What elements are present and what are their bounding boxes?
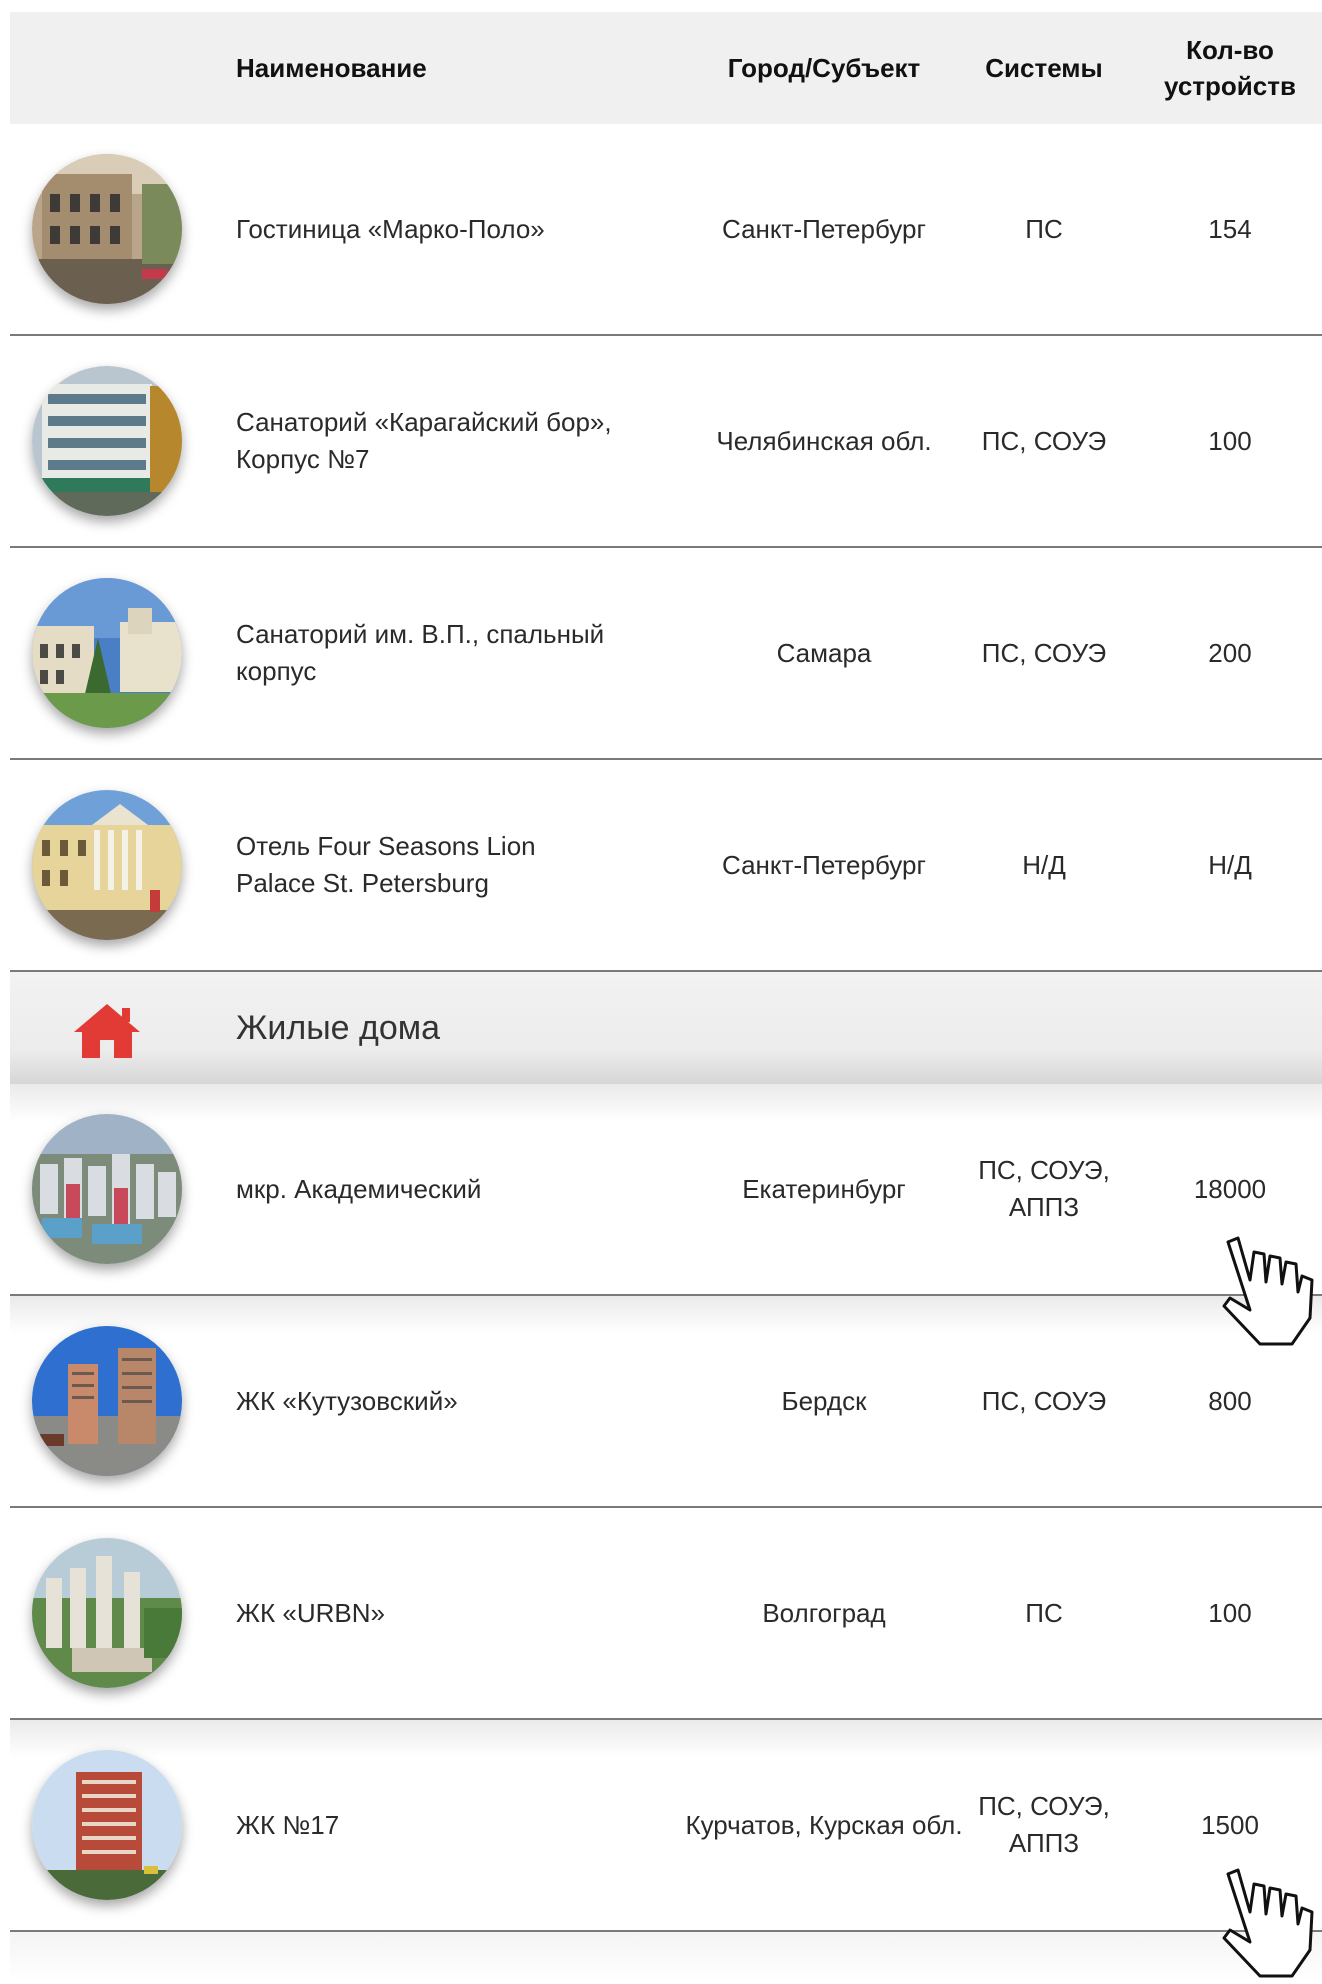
object-city: Екатеринбург — [742, 1173, 906, 1204]
object-name: ЖК №17 — [236, 1809, 340, 1840]
category-label: Жилые дома — [236, 1008, 441, 1047]
red-highrise-photo — [32, 1750, 182, 1900]
object-name: ЖК «Кутузовский» — [236, 1385, 458, 1416]
object-name: Отель Four Seasons Lion Palace St. Peter… — [236, 831, 536, 898]
bottom-strip — [10, 1932, 1322, 1982]
object-systems: ПС, СОУЭ — [981, 1385, 1107, 1416]
object-city: Волгоград — [762, 1597, 886, 1628]
object-city: Санкт-Петербург — [722, 213, 926, 244]
header-count: Кол-во устройств — [1138, 12, 1322, 124]
object-city: Санкт-Петербург — [722, 849, 926, 880]
table-header: Наименование Город/Субъект Системы Кол-в… — [10, 12, 1322, 124]
object-count: 100 — [1208, 1597, 1252, 1628]
object-count: 154 — [1208, 213, 1252, 244]
object-city: Курчатов, Курская обл. — [685, 1809, 963, 1840]
table-row[interactable]: мкр. Академический Екатеринбург ПС, СОУЭ… — [10, 1084, 1322, 1296]
header-count-line1: Кол-во — [1186, 35, 1274, 65]
table-row[interactable]: ЖК «Кутузовский» Бердск ПС, СОУЭ 800 — [10, 1296, 1322, 1508]
header-systems: Системы — [985, 52, 1103, 83]
home-icon — [74, 1004, 140, 1058]
object-systems: ПС — [1025, 1597, 1063, 1628]
object-systems: ПС, СОУЭ — [981, 637, 1107, 668]
header-count-line2: устройств — [1164, 71, 1296, 101]
object-city: Самара — [776, 637, 872, 668]
object-count: Н/Д — [1208, 849, 1252, 880]
hand-pointer-icon — [1222, 1868, 1314, 1978]
table-row[interactable]: ЖК №17 Курчатов, Курская обл. ПС, СОУЭ, … — [10, 1720, 1322, 1932]
palace-hotel-photo — [32, 790, 182, 940]
object-name: Гостиница «Марко-Поло» — [236, 213, 545, 244]
object-city: Бердск — [781, 1385, 867, 1416]
object-name: Санаторий им. В.П., спальный корпус — [236, 619, 605, 686]
table-row[interactable]: ЖК «URBN» Волгоград ПС 100 — [10, 1508, 1322, 1720]
object-systems: ПС, СОУЭ, АППЗ — [978, 1155, 1110, 1222]
object-systems: ПС, СОУЭ — [981, 425, 1107, 456]
object-systems: ПС — [1025, 213, 1063, 244]
highrise-photo — [32, 1326, 182, 1476]
object-count: 200 — [1208, 637, 1252, 668]
object-name: Санаторий «Карагайский бор», Корпус №7 — [236, 407, 612, 474]
hotel-building-photo — [32, 154, 182, 304]
header-name: Наименование — [236, 52, 427, 83]
object-name: мкр. Академический — [236, 1173, 482, 1204]
complex-aerial-photo — [32, 1538, 182, 1688]
table-row[interactable]: Отель Four Seasons Lion Palace St. Peter… — [10, 760, 1322, 972]
object-name: ЖК «URBN» — [236, 1597, 385, 1628]
sanatorium-building-photo — [32, 366, 182, 516]
object-count: 100 — [1208, 425, 1252, 456]
object-systems: ПС, СОУЭ, АППЗ — [978, 1791, 1110, 1858]
header-city: Город/Субъект — [727, 52, 921, 83]
hand-pointer-icon — [1222, 1236, 1314, 1346]
table-row[interactable]: Санаторий «Карагайский бор», Корпус №7 Ч… — [10, 336, 1322, 548]
category-residential[interactable]: Жилые дома — [10, 972, 1322, 1084]
object-city: Челябинская обл. — [716, 425, 932, 456]
object-systems: Н/Д — [1022, 849, 1066, 880]
table-row[interactable]: Гостиница «Марко-Поло» Санкт-Петербург П… — [10, 124, 1322, 336]
sanatorium-building-photo — [32, 578, 182, 728]
objects-table: Наименование Город/Субъект Системы Кол-в… — [10, 12, 1322, 1932]
table-row[interactable]: Санаторий им. В.П., спальный корпус Сама… — [10, 548, 1322, 760]
district-aerial-photo — [32, 1114, 182, 1264]
